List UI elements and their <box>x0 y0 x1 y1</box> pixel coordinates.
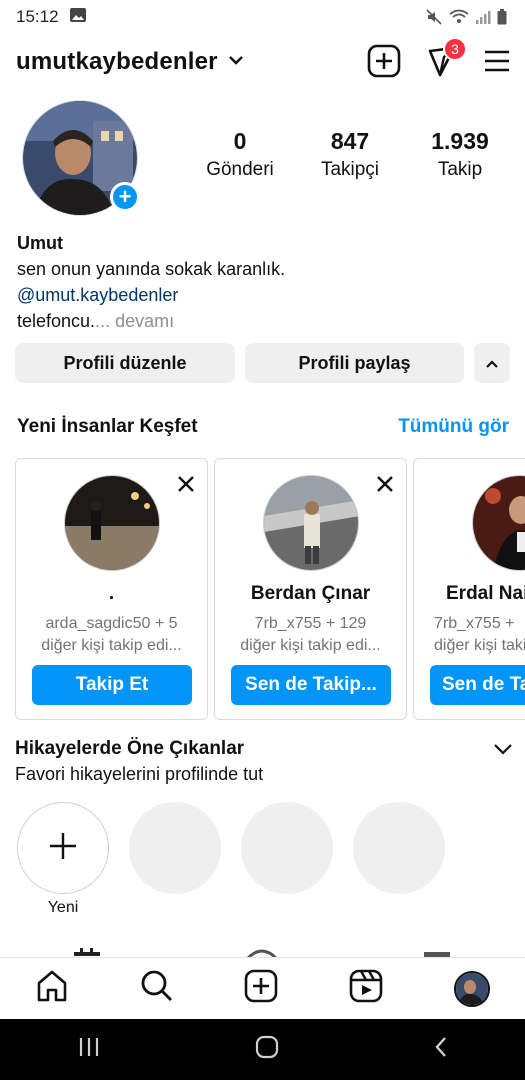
menu-icon[interactable] <box>483 49 511 78</box>
suggestion-name: . <box>108 583 115 604</box>
suggestion-avatar[interactable] <box>63 475 160 571</box>
new-highlight-button[interactable] <box>17 802 109 894</box>
threads-icon <box>427 46 457 81</box>
profile-header: umutkaybedenler 3 <box>0 37 525 84</box>
header-actions: 3 <box>367 37 511 83</box>
followers-label: Takipçi <box>320 159 380 180</box>
close-icon[interactable] <box>376 469 394 500</box>
profile-bio: Umut sen onun yanında sokak karanlık. @u… <box>17 230 285 334</box>
profile-avatar[interactable]: + <box>22 100 140 216</box>
bio-link[interactable]: @umut.kaybedenler <box>17 282 285 308</box>
wifi-icon <box>449 9 469 30</box>
follow-back-button[interactable]: Sen de Ta <box>430 665 525 705</box>
mute-icon <box>425 8 443 31</box>
suggestion-card[interactable]: . arda_sagdic50 + 5 diğer kişi takip edi… <box>15 458 208 720</box>
posts-label: Gönderi <box>206 159 274 180</box>
profile-actions: Profili düzenle Profili paylaş <box>15 343 510 383</box>
highlights-title: Hikayelerde Öne Çıkanlar <box>15 738 245 759</box>
suggestion-mutuals: 7rb_x755 + 129 diğer kişi takip edi... <box>215 613 406 657</box>
chevron-down-icon[interactable] <box>228 53 244 71</box>
bio-line: sen onun yanında sokak karanlık. <box>17 259 286 279</box>
suggestion-avatar[interactable] <box>472 475 525 571</box>
highlight-placeholder <box>353 802 445 894</box>
account-switcher[interactable]: umutkaybedenler <box>16 48 218 76</box>
home-button-icon[interactable] <box>254 1034 280 1065</box>
suggestion-name: Berdan Çınar <box>250 583 371 604</box>
signal-icon <box>475 9 491 30</box>
notification-badge: 3 <box>443 37 467 61</box>
suggestion-cards: . arda_sagdic50 + 5 diğer kişi takip edi… <box>15 458 525 720</box>
mutuals-line-2: diğer kişi takip <box>434 637 525 654</box>
see-all-link[interactable]: Tümünü gör <box>398 416 509 438</box>
suggestion-avatar[interactable] <box>262 475 359 571</box>
suggestion-mutuals: arda_sagdic50 + 5 diğer kişi takip edi..… <box>16 613 207 657</box>
profile-tab-avatar[interactable] <box>453 970 490 1007</box>
following-stat[interactable]: 1.939 Takip <box>410 128 510 181</box>
bio-text-row: telefoncu.... devamı <box>17 308 285 334</box>
discover-title: Yeni İnsanlar Keşfet <box>17 416 198 437</box>
following-label: Takip <box>437 159 483 180</box>
highlights-row <box>17 802 445 894</box>
bottom-navigation <box>0 957 525 1019</box>
suggestion-card[interactable]: Erdal Nai 7rb_x755 + diğer kişi takip Se… <box>413 458 525 720</box>
add-story-icon[interactable]: + <box>110 182 140 212</box>
chevron-down-icon[interactable] <box>493 742 513 761</box>
threads-button[interactable]: 3 <box>427 37 467 82</box>
edit-profile-button[interactable]: Profili düzenle <box>15 343 235 383</box>
mutuals-line-1: 7rb_x755 + <box>434 615 515 632</box>
followers-count: 847 <box>330 128 370 154</box>
mutuals-line-2: diğer kişi takip edi... <box>240 637 381 654</box>
suggestion-mutuals: 7rb_x755 + diğer kişi takip <box>434 613 525 657</box>
highlights-subtitle: Favori hikayelerini profilinde tut <box>15 764 264 784</box>
mutuals-line-1: 7rb_x755 + 129 <box>254 615 367 632</box>
search-icon[interactable] <box>140 969 174 1008</box>
suggestion-name: Erdal Nai <box>446 583 525 604</box>
battery-icon <box>497 9 507 30</box>
mutuals-line-2: diğer kişi takip edi... <box>41 637 182 654</box>
suggestion-card[interactable]: Berdan Çınar 7rb_x755 + 129 diğer kişi t… <box>214 458 407 720</box>
create-post-icon[interactable] <box>367 44 401 83</box>
discover-header: Yeni İnsanlar Keşfet Tümünü gör <box>17 416 509 438</box>
highlight-placeholder <box>129 802 221 894</box>
posts-stat[interactable]: 0 Gönderi <box>190 128 290 181</box>
status-icons <box>425 8 507 31</box>
mutuals-line-1: arda_sagdic50 + 5 <box>45 615 178 632</box>
posts-count: 0 <box>233 128 247 154</box>
status-time: 15:12 <box>16 7 59 26</box>
create-icon[interactable] <box>244 969 278 1008</box>
follow-button[interactable]: Takip Et <box>32 665 192 705</box>
back-icon[interactable] <box>433 1035 449 1064</box>
reels-icon[interactable] <box>349 969 383 1008</box>
highlights-header[interactable]: Hikayelerde Öne Çıkanlar Favori hikayele… <box>15 738 515 785</box>
gallery-icon <box>69 7 87 28</box>
plus-icon <box>48 831 78 866</box>
highlight-placeholder <box>241 802 333 894</box>
system-navigation <box>0 1019 525 1080</box>
profile-stats: 0 Gönderi 847 Takipçi 1.939 Takip <box>190 128 510 181</box>
followers-stat[interactable]: 847 Takipçi <box>300 128 400 181</box>
follow-back-button[interactable]: Sen de Takip... <box>231 665 391 705</box>
chevron-up-icon <box>485 353 499 374</box>
profile-name: Umut <box>17 233 63 253</box>
bio-more-link[interactable]: ... devamı <box>95 311 174 331</box>
following-count: 1.939 <box>431 128 489 154</box>
home-icon[interactable] <box>35 969 69 1008</box>
recent-apps-icon[interactable] <box>77 1036 101 1063</box>
share-profile-button[interactable]: Profili paylaş <box>245 343 464 383</box>
bio-text: telefoncu. <box>17 311 96 331</box>
close-icon[interactable] <box>177 469 195 500</box>
status-bar: 15:12 <box>0 0 525 34</box>
new-highlight-label: Yeni <box>47 899 79 916</box>
suggestions-toggle-button[interactable] <box>474 343 510 383</box>
